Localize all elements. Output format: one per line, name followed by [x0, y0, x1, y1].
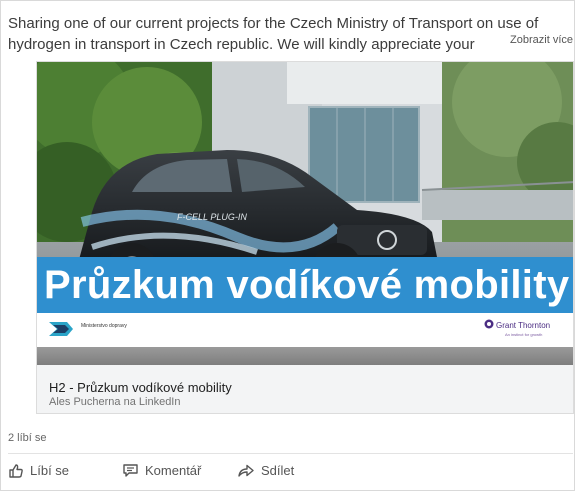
grant-thornton-name: Grant Thornton: [496, 321, 551, 330]
comment-button[interactable]: Komentář: [123, 463, 201, 478]
thumbs-up-icon: [9, 463, 23, 478]
share-icon: [238, 464, 254, 477]
article-thumbnail[interactable]: F-CELL PLUG-IN Průzkum vodíkové mobility…: [37, 62, 573, 365]
logo-strip: Ministerstvo dopravy Grant Thornton An i…: [37, 313, 573, 347]
car-label: F-CELL PLUG-IN: [177, 212, 247, 222]
see-more-link[interactable]: Zobrazit více: [506, 34, 573, 46]
ministry-logo-icon: [49, 322, 73, 336]
like-button[interactable]: Líbí se: [9, 463, 69, 478]
divider: [8, 453, 573, 454]
post-text: Sharing one of our current projects for …: [8, 13, 573, 55]
image-bottom-bar: [37, 347, 573, 365]
ministry-logo-text: Ministerstvo dopravy: [81, 323, 127, 329]
grant-thornton-logo-icon: [484, 319, 494, 329]
shared-article-card[interactable]: F-CELL PLUG-IN Průzkum vodíkové mobility…: [36, 61, 574, 414]
linkedin-post: Sharing one of our current projects for …: [0, 0, 575, 491]
likes-count[interactable]: 2 líbí se: [8, 432, 47, 444]
like-label: Líbí se: [30, 463, 70, 478]
post-text-line-2: hydrogen in transport in Czech republic.…: [8, 36, 475, 53]
hero-title: Průzkum vodíkové mobility: [37, 257, 573, 313]
post-text-line-1: Sharing one of our current projects for …: [8, 15, 539, 32]
article-source: Ales Pucherna na LinkedIn: [49, 396, 181, 408]
comment-label: Komentář: [145, 463, 202, 478]
grant-thornton-tagline: An instinct for growth: [505, 332, 543, 337]
article-title[interactable]: H2 - Průzkum vodíkové mobility: [49, 380, 232, 395]
share-button[interactable]: Sdílet: [238, 463, 294, 478]
share-label: Sdílet: [261, 463, 295, 478]
comment-icon: [123, 464, 138, 477]
